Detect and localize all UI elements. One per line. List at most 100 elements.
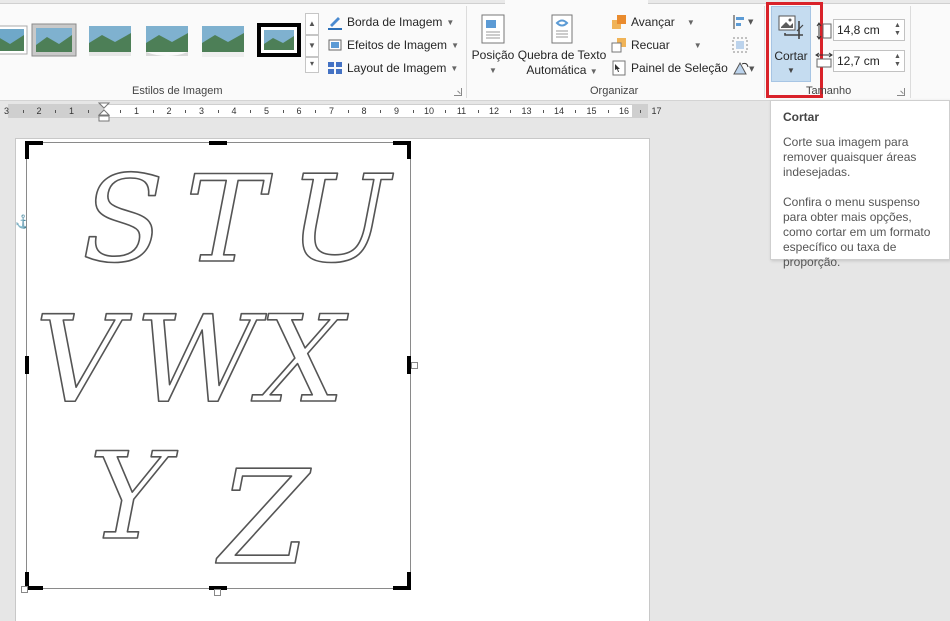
selected-image[interactable]: S T U V W X Y Z (26, 142, 411, 595)
ruler-number: 5 (263, 106, 270, 116)
picture-border-label: Borda de Imagem (347, 15, 443, 29)
ruler-number: 2 (166, 106, 172, 116)
spin-down-icon[interactable]: ▼ (893, 30, 902, 38)
position-icon (481, 14, 505, 44)
ruler-number: 11 (456, 106, 467, 116)
spin-up-icon[interactable]: ▲ (893, 22, 902, 30)
group-objects-button[interactable] (732, 37, 754, 53)
image-letter: U (289, 151, 394, 290)
bring-forward-label: Avançar (631, 15, 675, 29)
ruler-tick (217, 110, 219, 113)
ribbon-tab-edge (0, 0, 505, 4)
ruler-number: 8 (361, 106, 367, 116)
spin-up-icon[interactable]: ▲ (893, 53, 902, 61)
image-letter: V (35, 291, 132, 430)
picture-border-icon (328, 17, 342, 30)
gallery-scroll-down-button[interactable]: ▼ (305, 35, 319, 57)
bring-forward-button[interactable]: Avançar ▼ (611, 12, 695, 32)
shape-width-icon (815, 52, 833, 68)
group-separator (910, 6, 911, 98)
ruler-number: 14 (553, 106, 565, 116)
picture-style-thumb[interactable] (87, 20, 133, 60)
chevron-down-icon: ▼ (489, 66, 497, 75)
send-backward-icon (611, 38, 626, 53)
picture-style-thumb[interactable] (0, 20, 28, 60)
image-letter: Z (215, 442, 312, 590)
group-objects-icon (732, 37, 748, 53)
svg-text:▼: ▼ (748, 18, 754, 26)
size-launcher-icon[interactable] (897, 88, 905, 96)
ribbon: ▲ ▼ ▾ Borda de Imagem ▼ Efeitos de Imagem… (0, 0, 950, 101)
shape-height-icon (816, 22, 832, 40)
rotate-button[interactable]: ▼ (732, 60, 756, 76)
group-label-size: Tamanho (806, 85, 852, 97)
resize-handle[interactable] (411, 362, 418, 369)
crop-handle-top-right[interactable] (407, 141, 411, 159)
selection-pane-button[interactable]: Painel de Seleção (611, 58, 728, 78)
group-label-picture-styles: Estilos de Imagem (132, 85, 223, 97)
group-label-arrange: Organizar (590, 85, 639, 97)
tooltip-paragraph: Corte sua imagem para remover quaisquer … (783, 135, 917, 179)
ruler-number: 7 (328, 106, 335, 116)
wrap-text-icon (551, 14, 573, 44)
svg-text:▼: ▼ (749, 65, 755, 73)
width-spinner[interactable]: ▲ ▼ (893, 53, 902, 69)
spin-down-icon[interactable]: ▼ (893, 61, 902, 69)
rotate-icon: ▼ (733, 61, 755, 75)
ruler-tick (120, 110, 122, 113)
resize-handle[interactable] (21, 586, 28, 593)
crop-handle-left[interactable] (25, 356, 29, 374)
chevron-down-icon: ▼ (693, 40, 702, 50)
crop-handle-top[interactable] (209, 141, 227, 145)
image-letter: T (185, 151, 273, 290)
crop-tooltip: Cortar Corte sua imagem para remover qua… (770, 100, 950, 269)
calligraphy-letters-image: S T U V W X Y Z (34, 150, 395, 595)
height-spinner[interactable]: ▲ ▼ (893, 22, 902, 38)
bring-forward-icon (612, 15, 626, 29)
resize-handle[interactable] (214, 589, 221, 596)
ruler-number: 3 (3, 106, 10, 116)
align-button[interactable]: ▼ (732, 14, 754, 30)
crop-handle-top-left[interactable] (25, 141, 29, 159)
gallery-more-button[interactable]: ▾ (305, 57, 319, 73)
wrap-text-label-line1: Quebra de Texto (517, 48, 607, 62)
picture-effects-button[interactable]: Efeitos de Imagem ▼ (327, 35, 459, 55)
ruler-number: 16 (618, 106, 630, 116)
wrap-text-button[interactable]: Quebra de Texto Automática ▼ (516, 14, 608, 79)
gallery-scroll-up-button[interactable]: ▲ (305, 13, 319, 35)
ruler-tick (347, 110, 349, 113)
ruler-number: 9 (393, 106, 400, 116)
picture-style-thumb[interactable] (31, 20, 77, 60)
ruler-tick (445, 110, 447, 113)
selection-pane-label: Painel de Seleção (631, 61, 728, 75)
ruler-number: 13 (521, 106, 532, 116)
ruler-tick (22, 110, 24, 113)
chevron-down-icon: ▼ (446, 17, 455, 27)
picture-style-thumb[interactable] (144, 20, 190, 60)
chevron-down-icon: ▼ (451, 40, 459, 50)
crop-handle-bottom-right[interactable] (407, 572, 411, 590)
ruler-number: 3 (198, 106, 205, 116)
selection-pane-icon (612, 60, 626, 76)
picture-effects-label: Efeitos de Imagem (347, 38, 448, 52)
picture-style-thumb[interactable] (200, 20, 246, 60)
ruler-tick (575, 110, 577, 113)
picture-style-thumb-selected[interactable] (256, 20, 302, 60)
horizontal-ruler[interactable]: 3 2 1 1 2 3 4 5 6 7 8 9 10 11 12 13 14 15 16 17 (4, 102, 662, 122)
ruler-number: 17 (651, 106, 662, 116)
height-input[interactable]: 14,8 cm ▲ ▼ (833, 19, 905, 41)
image-letter: X (251, 291, 349, 430)
ruler-number: 2 (36, 106, 42, 116)
width-input[interactable]: 12,7 cm ▲ ▼ (833, 50, 905, 72)
send-backward-button[interactable]: Recuar ▼ (611, 35, 702, 55)
crop-annotation-highlight (766, 2, 823, 98)
picture-layout-button[interactable]: Layout de Imagem ▼ (327, 58, 458, 78)
picture-styles-launcher-icon[interactable] (454, 88, 462, 96)
ruler-number: 15 (586, 106, 597, 116)
ruler-number: 6 (296, 106, 302, 116)
ruler-number: 1 (68, 106, 75, 116)
indent-marker-icon[interactable] (98, 102, 110, 124)
position-button[interactable]: Posição ▼ (470, 14, 516, 78)
picture-layout-label: Layout de Imagem (347, 61, 447, 75)
picture-border-button[interactable]: Borda de Imagem ▼ (327, 12, 454, 32)
